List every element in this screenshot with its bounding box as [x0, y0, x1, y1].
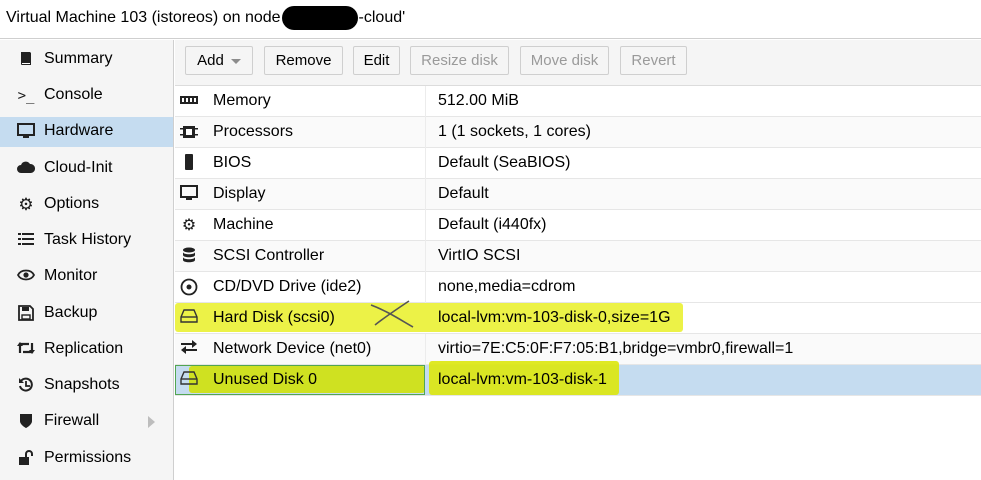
row-value: VirtIO SCSI: [438, 247, 521, 264]
cpu-icon: [179, 123, 199, 143]
sidebar-item-label: Cloud-Init: [44, 159, 113, 176]
hardware-row-display[interactable]: Display Default: [175, 179, 981, 210]
hardware-row-unused-disk[interactable]: Unused Disk 0 local-lvm:vm-103-disk-1: [175, 361, 981, 396]
sidebar-item-label: Task History: [44, 231, 132, 248]
sidebar-item-label: Snapshots: [44, 376, 120, 393]
cdrom-icon: [179, 278, 199, 298]
hardware-row-memory[interactable]: Memory 512.00 MiB: [175, 86, 981, 117]
hardware-row-processors[interactable]: Processors 1 (1 sockets, 1 cores): [175, 117, 981, 148]
sidebar-item-cloud-init[interactable]: Cloud-Init: [0, 154, 173, 184]
chip-icon: [179, 154, 199, 174]
retweet-icon: [17, 341, 35, 359]
memory-icon: [179, 92, 199, 112]
monitor-icon: [17, 123, 35, 141]
row-value: none,media=cdrom: [438, 278, 576, 295]
move-disk-button[interactable]: Move disk: [520, 46, 609, 75]
window-title-prefix: Virtual Machine 103 (istoreos) on node: [6, 9, 281, 26]
cogs-icon: ⚙: [181, 217, 197, 234]
terminal-icon: >_: [17, 88, 35, 104]
sidebar-item-label: Replication: [44, 340, 124, 357]
history-icon: [17, 377, 35, 395]
sidebar-item-label: Backup: [44, 304, 98, 321]
sidebar-item-label: Monitor: [44, 267, 98, 284]
sidebar-item-options[interactable]: ⚙ Options: [0, 190, 173, 220]
row-value: Default (SeaBIOS): [438, 154, 571, 171]
row-name: Display: [213, 185, 266, 202]
edit-button[interactable]: Edit: [353, 46, 400, 75]
hdd-icon: [179, 371, 199, 391]
hardware-toolbar: Add Remove Edit Resize disk Move disk Re…: [175, 40, 981, 86]
sidebar-item-label: Console: [44, 86, 103, 103]
sidebar-item-label: Permissions: [44, 449, 132, 466]
expand-arrow-icon[interactable]: [148, 416, 155, 428]
chevron-down-icon: [230, 58, 241, 64]
resize-disk-button[interactable]: Resize disk: [410, 46, 509, 75]
sidebar-item-permissions[interactable]: Permissions: [0, 444, 173, 474]
row-name: CD/DVD Drive (ide2): [213, 278, 362, 295]
sidebar-item-firewall[interactable]: Firewall: [0, 407, 173, 437]
sidebar-item-label: Options: [44, 195, 100, 212]
row-name: Hard Disk (scsi0): [213, 309, 335, 326]
book-icon: [17, 51, 35, 69]
row-name: SCSI Controller: [213, 247, 325, 264]
title-bar: Virtual Machine 103 (istoreos) on node -c…: [0, 0, 981, 39]
sidebar-item-hardware[interactable]: Hardware: [0, 117, 173, 147]
row-name: Unused Disk 0: [213, 371, 318, 388]
row-name: Memory: [213, 92, 271, 109]
gear-icon: ⚙: [18, 195, 34, 214]
hardware-row-scsi-controller[interactable]: SCSI Controller VirtIO SCSI: [175, 241, 981, 272]
hardware-row-cd-dvd-drive[interactable]: CD/DVD Drive (ide2) none,media=cdrom: [175, 272, 981, 303]
list-icon: [17, 232, 35, 250]
hdd-icon: [179, 309, 199, 329]
sidebar-item-summary[interactable]: Summary: [0, 45, 173, 75]
row-name: Processors: [213, 123, 294, 140]
window-title: Virtual Machine 103 (istoreos) on node -c…: [6, 6, 405, 30]
sidebar-item-label: Hardware: [44, 122, 114, 139]
hardware-row-bios[interactable]: BIOS Default (SeaBIOS): [175, 148, 981, 179]
window-title-suffix: -cloud': [358, 9, 406, 26]
row-value: Default (i440fx): [438, 216, 547, 233]
hardware-row-machine[interactable]: ⚙ Machine Default (i440fx): [175, 210, 981, 241]
row-value: local-lvm:vm-103-disk-0,size=1G: [438, 309, 671, 326]
redaction-block: [281, 6, 358, 30]
add-button[interactable]: Add: [185, 46, 253, 75]
row-name: BIOS: [213, 154, 252, 171]
floppy-icon: [17, 305, 35, 323]
row-value: Default: [438, 185, 489, 202]
sidebar-item-monitor[interactable]: Monitor: [0, 262, 173, 292]
unlock-icon: [17, 450, 35, 468]
sidebar-item-backup[interactable]: Backup: [0, 299, 173, 329]
sidebar-item-replication[interactable]: Replication: [0, 335, 173, 365]
sidebar-item-label: Summary: [44, 50, 113, 67]
database-icon: [179, 247, 199, 267]
sidebar-item-console[interactable]: >_ Console: [0, 81, 173, 111]
cloud-icon: [17, 160, 36, 178]
row-name: Network Device (net0): [213, 340, 372, 357]
shield-icon: [17, 413, 35, 431]
revert-button[interactable]: Revert: [620, 46, 687, 75]
display-icon: [179, 185, 199, 205]
sidebar: Summary >_ Console Hardware Cloud-Init ⚙…: [0, 40, 174, 480]
row-value: local-lvm:vm-103-disk-1: [438, 371, 607, 388]
exchange-icon: [179, 340, 199, 360]
remove-button[interactable]: Remove: [264, 46, 343, 75]
sidebar-item-label: Firewall: [44, 412, 100, 429]
eye-icon: [16, 268, 36, 286]
row-value: 1 (1 sockets, 1 cores): [438, 123, 591, 140]
row-value: 512.00 MiB: [438, 92, 519, 109]
hardware-row-hard-disk[interactable]: Hard Disk (scsi0) local-lvm:vm-103-disk-…: [175, 303, 981, 334]
row-name: Machine: [213, 216, 274, 233]
row-value: virtio=7E:C5:0F:F7:05:B1,bridge=vmbr0,fi…: [438, 340, 794, 357]
sidebar-item-task-history[interactable]: Task History: [0, 226, 173, 256]
sidebar-item-snapshots[interactable]: Snapshots: [0, 371, 173, 401]
